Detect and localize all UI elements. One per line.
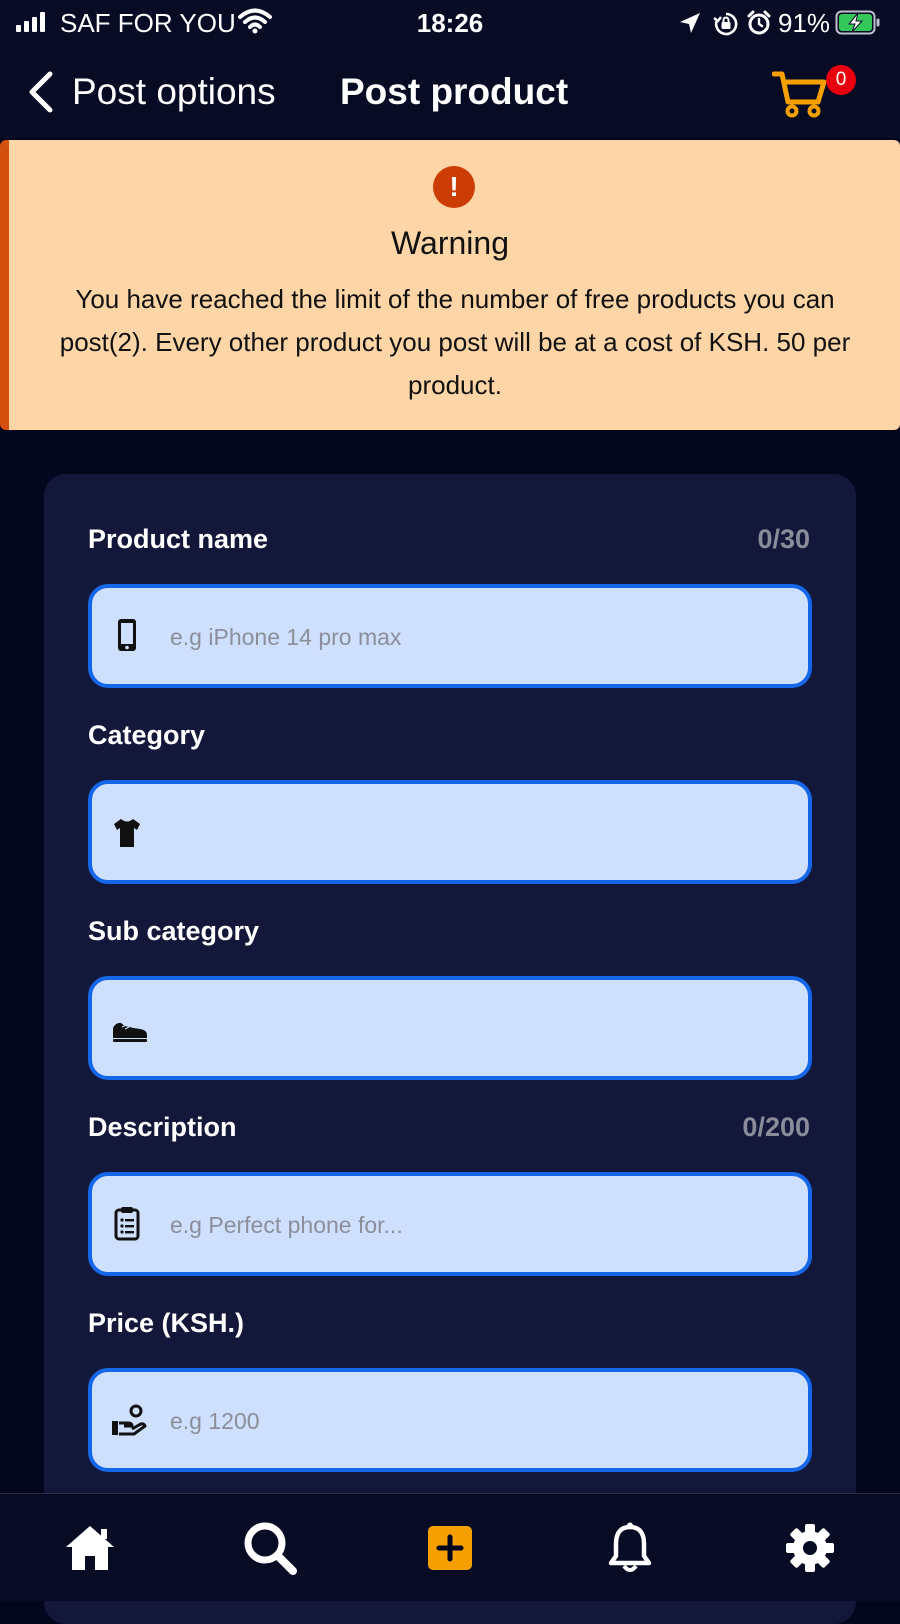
description-input[interactable] bbox=[168, 1176, 772, 1274]
category-label: Category bbox=[88, 720, 206, 750]
price-label: Price (KSH.) bbox=[88, 1308, 245, 1338]
product-name-label: Product name bbox=[88, 524, 269, 554]
back-chevron-icon[interactable] bbox=[26, 70, 56, 114]
alarm-icon bbox=[747, 10, 771, 35]
tab-home[interactable] bbox=[60, 1518, 120, 1578]
tshirt-icon bbox=[114, 819, 140, 847]
description-counter: 0/200 bbox=[742, 1112, 810, 1142]
clipboard-icon bbox=[114, 1207, 140, 1241]
price-field[interactable] bbox=[88, 1368, 812, 1472]
price-input[interactable] bbox=[168, 1372, 772, 1470]
category-select[interactable] bbox=[168, 784, 772, 882]
tab-add-post[interactable] bbox=[420, 1518, 480, 1578]
battery-charging-icon bbox=[835, 10, 880, 35]
sub-category-select[interactable] bbox=[168, 980, 772, 1078]
sub-category-field[interactable] bbox=[88, 976, 812, 1080]
add-post-icon bbox=[428, 1526, 472, 1570]
search-icon bbox=[244, 1522, 297, 1575]
cart-icon[interactable] bbox=[772, 70, 830, 118]
tab-settings[interactable] bbox=[780, 1518, 840, 1578]
product-name-input[interactable] bbox=[168, 588, 772, 686]
description-label: Description bbox=[88, 1112, 237, 1142]
category-field[interactable] bbox=[88, 780, 812, 884]
warning-title: Warning bbox=[391, 225, 509, 261]
page-title: Post product bbox=[340, 71, 569, 112]
warning-message: You have reached the limit of the number… bbox=[59, 284, 851, 400]
description-field[interactable] bbox=[88, 1172, 812, 1276]
product-name-counter: 0/30 bbox=[757, 524, 810, 554]
sub-category-label: Sub category bbox=[88, 916, 260, 946]
phone-icon bbox=[118, 619, 136, 651]
back-button[interactable]: Post options bbox=[72, 70, 276, 114]
tab-notifications[interactable] bbox=[600, 1518, 660, 1578]
home-icon bbox=[66, 1526, 114, 1570]
product-name-field[interactable] bbox=[88, 584, 812, 688]
settings-icon bbox=[786, 1524, 834, 1572]
cart-count-badge: 0 bbox=[826, 65, 856, 95]
tab-search[interactable] bbox=[240, 1518, 300, 1578]
notifications-icon bbox=[608, 1522, 652, 1572]
location-arrow-icon bbox=[680, 13, 700, 33]
hand-money-icon bbox=[112, 1404, 147, 1436]
battery-percent: 91% bbox=[778, 8, 831, 38]
shoe-icon bbox=[113, 1022, 147, 1042]
exclamation-icon: ! bbox=[433, 166, 475, 208]
rotation-lock-icon bbox=[713, 12, 738, 36]
